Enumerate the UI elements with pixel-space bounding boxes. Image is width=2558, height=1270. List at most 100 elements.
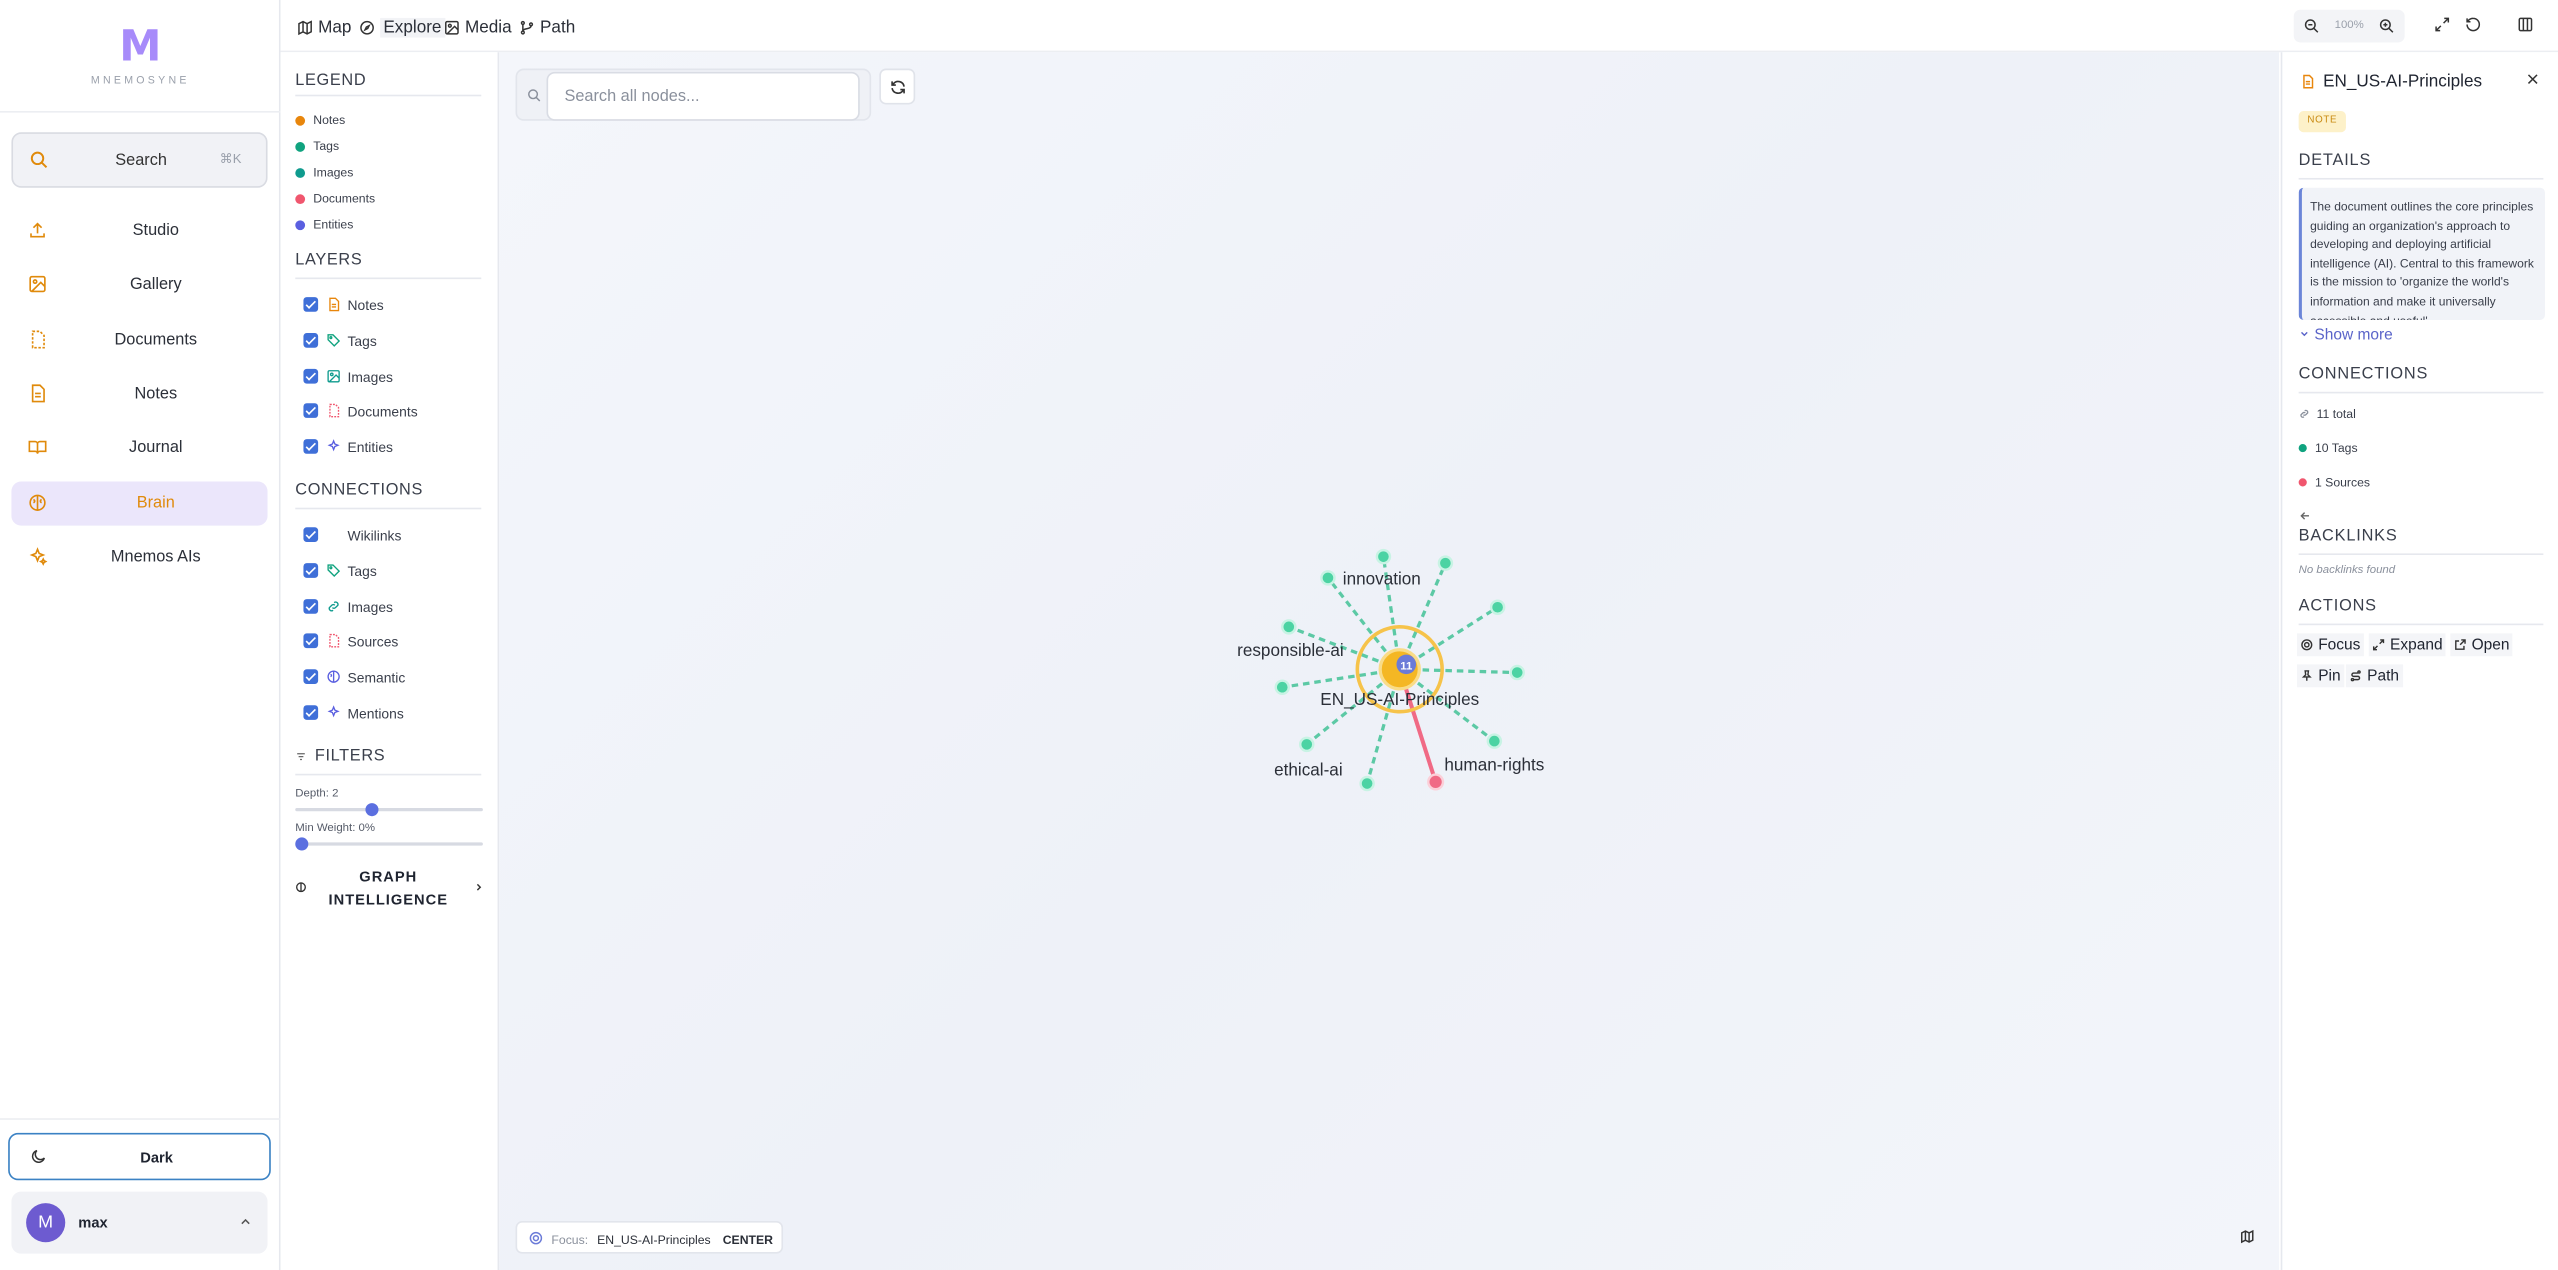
user-menu[interactable]: M max bbox=[11, 1191, 268, 1254]
app-logo[interactable]: M MNEMOSYNE bbox=[0, 26, 281, 86]
show-more-label: Show more bbox=[2314, 326, 2393, 345]
tag-node[interactable] bbox=[1437, 555, 1454, 571]
compass-icon bbox=[360, 20, 374, 35]
node-label-human-rights: human-rights bbox=[1444, 754, 1544, 774]
panel-toggle-icon[interactable] bbox=[2517, 16, 2533, 32]
checkbox[interactable] bbox=[303, 633, 319, 649]
expand-action-button[interactable]: Expand bbox=[2368, 633, 2446, 657]
legend-label: Notes bbox=[313, 112, 346, 128]
zoom-controls: 100% bbox=[2293, 9, 2405, 43]
fit-view-icon[interactable] bbox=[2434, 16, 2450, 32]
search-button[interactable]: Search ⌘K bbox=[11, 132, 268, 188]
tag-icon bbox=[327, 564, 341, 577]
zoom-out-icon[interactable] bbox=[2304, 18, 2320, 34]
tag-node[interactable] bbox=[1281, 619, 1297, 635]
legend-dot bbox=[295, 193, 306, 204]
divider bbox=[2298, 553, 2544, 556]
graph-intelligence-label: GRAPH INTELLIGENCE bbox=[328, 868, 448, 908]
tag-node[interactable] bbox=[1299, 736, 1315, 753]
theme-toggle-button[interactable]: Dark bbox=[8, 1132, 271, 1181]
node-label-ethical-ai: ethical-ai bbox=[1274, 759, 1343, 779]
sidebar-item-label: Brain bbox=[136, 494, 175, 513]
tab-label: Media bbox=[464, 17, 512, 38]
checkbox[interactable] bbox=[303, 297, 319, 312]
focus-action-button[interactable]: Focus bbox=[2297, 633, 2364, 657]
tag-node[interactable] bbox=[1489, 599, 1506, 616]
weight-slider[interactable] bbox=[295, 837, 483, 851]
tag-node[interactable] bbox=[1486, 733, 1503, 749]
checkbox[interactable] bbox=[303, 599, 319, 614]
node-label-innovation: innovation bbox=[1343, 568, 1421, 588]
target-icon bbox=[529, 1231, 543, 1245]
link-icon bbox=[328, 601, 339, 612]
checkbox[interactable] bbox=[303, 705, 319, 720]
checkbox[interactable] bbox=[303, 563, 319, 578]
tab-label: Map bbox=[318, 17, 352, 38]
arrow-left-icon bbox=[2300, 512, 2309, 520]
note-icon bbox=[2303, 74, 2314, 89]
slider-thumb[interactable] bbox=[365, 803, 379, 817]
divider bbox=[0, 1118, 281, 1120]
layers-title: LAYERS bbox=[295, 251, 363, 270]
minimap-icon[interactable] bbox=[2240, 1229, 2255, 1244]
sidebar-item-journal[interactable]: Journal bbox=[11, 426, 267, 470]
connections-title: CONNECTIONS bbox=[295, 481, 424, 500]
zoom-in-icon[interactable] bbox=[2379, 18, 2395, 34]
path-action-button[interactable]: Path bbox=[2345, 664, 2403, 688]
type-badge: NOTE bbox=[2298, 111, 2346, 133]
sidebar-item-brain[interactable]: Brain bbox=[11, 481, 268, 526]
chevron-down-icon bbox=[2300, 331, 2308, 337]
depth-slider[interactable] bbox=[295, 803, 483, 817]
sidebar-item-notes[interactable]: Notes bbox=[11, 372, 267, 416]
tag-node[interactable] bbox=[1320, 570, 1336, 586]
sidebar-item-documents[interactable]: Documents bbox=[11, 318, 267, 362]
sidebar-item-label: Studio bbox=[132, 222, 179, 240]
legend-item-tags: Tags bbox=[295, 139, 339, 153]
connection-label: Tags bbox=[347, 563, 377, 580]
divider bbox=[2298, 391, 2544, 394]
show-more-button[interactable]: Show more bbox=[2299, 326, 2393, 344]
sidebar-item-studio[interactable]: Studio bbox=[11, 209, 267, 253]
sidebar-item-gallery[interactable]: Gallery bbox=[11, 263, 267, 307]
checkbox[interactable] bbox=[303, 368, 319, 384]
source-dot bbox=[2298, 478, 2307, 487]
layer-label: Images bbox=[347, 368, 393, 386]
graph-intelligence-toggle[interactable]: GRAPH INTELLIGENCE bbox=[295, 865, 486, 914]
checkbox[interactable] bbox=[303, 669, 319, 684]
source-node[interactable] bbox=[1427, 773, 1445, 791]
open-action-button[interactable]: Open bbox=[2450, 633, 2513, 657]
checkbox[interactable] bbox=[303, 527, 319, 542]
sidebar-item-mnemos-ais[interactable]: Mnemos AIs bbox=[11, 535, 267, 579]
checkbox[interactable] bbox=[303, 333, 319, 348]
reset-icon[interactable] bbox=[2465, 16, 2481, 32]
pin-action-button[interactable]: Pin bbox=[2297, 664, 2344, 688]
connection-label: Wikilinks bbox=[347, 527, 402, 544]
semantic-icon bbox=[327, 670, 340, 683]
legend-dot bbox=[295, 167, 306, 178]
legend-item-documents: Documents bbox=[295, 191, 375, 206]
tab-explore[interactable]: Explore bbox=[359, 15, 445, 41]
action-label: Pin bbox=[2318, 666, 2341, 685]
action-label: Path bbox=[2367, 666, 2400, 685]
zoom-level: 100% bbox=[2334, 19, 2364, 32]
connections-sources-label: 1 Sources bbox=[2314, 475, 2371, 490]
checkbox[interactable] bbox=[303, 439, 319, 454]
user-name: max bbox=[78, 1214, 108, 1231]
connections-section-title: CONNECTIONS bbox=[2298, 365, 2429, 384]
connections-tags: 10 Tags bbox=[2298, 441, 2358, 455]
sidebar: M MNEMOSYNE Search ⌘K Studio Gallery Doc… bbox=[0, 0, 281, 1270]
tag-node[interactable] bbox=[1274, 679, 1291, 695]
tag-node[interactable] bbox=[1509, 664, 1525, 681]
sparkles-icon bbox=[327, 439, 340, 452]
tab-map[interactable]: Map bbox=[297, 15, 352, 41]
checkbox[interactable] bbox=[303, 403, 319, 418]
graph-svg: 11 innovation responsible-ai EN_US-AI-Pr… bbox=[1237, 548, 1544, 792]
tag-node[interactable] bbox=[1375, 548, 1392, 565]
tab-media[interactable]: Media bbox=[444, 15, 512, 41]
graph-canvas[interactable]: 11 innovation responsible-ai EN_US-AI-Pr… bbox=[499, 52, 2280, 1270]
close-icon[interactable] bbox=[2525, 72, 2540, 87]
tag-node[interactable] bbox=[1359, 775, 1375, 792]
tab-path[interactable]: Path bbox=[519, 15, 575, 41]
slider-thumb[interactable] bbox=[295, 837, 309, 851]
tab-label: Explore bbox=[380, 17, 445, 38]
